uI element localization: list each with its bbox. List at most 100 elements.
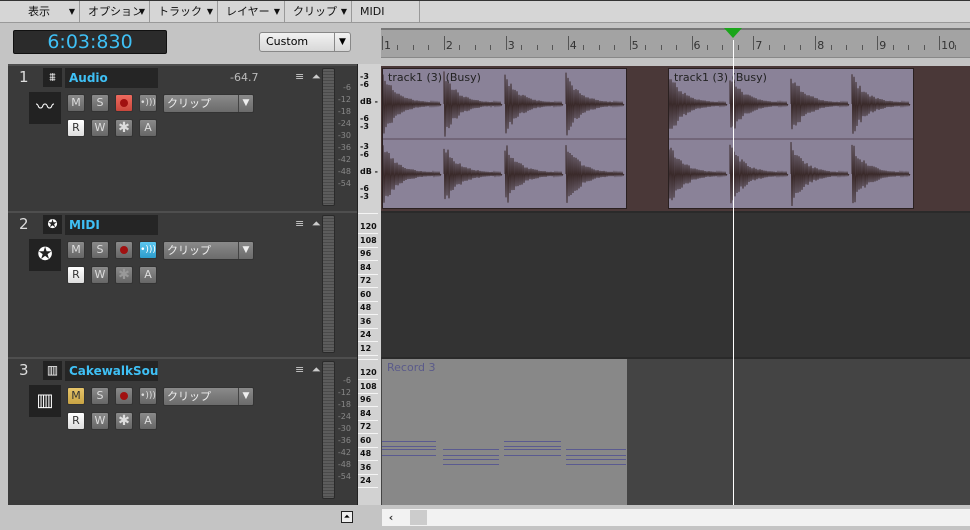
lane-audio: track1 (3) (Busy) track1 (3) (Busy) — [381, 66, 970, 211]
horizontal-scrollbar[interactable]: ‹ — [382, 509, 970, 526]
midi-note — [566, 455, 626, 456]
menu-4[interactable]: クリップ ▼ — [285, 1, 352, 23]
midi-clip[interactable]: Record 3 — [382, 359, 627, 505]
solo-button[interactable]: S — [91, 241, 109, 259]
record-arm-button[interactable] — [115, 387, 133, 405]
track-1[interactable]: 1 ⩩ Audio 〰 -64.7 ≡ ⏶ M S •))) クリップ ▼ R W ✱ A -6 -12 -18 -… — [8, 64, 357, 211]
scale-line — [358, 274, 378, 275]
midi-note — [382, 449, 436, 450]
solo-button[interactable]: S — [91, 94, 109, 112]
meter-scale-label: -42 — [337, 155, 351, 164]
measure-label: 7 — [755, 39, 762, 52]
beat-tick — [707, 45, 708, 50]
write-automation-button[interactable]: W — [91, 266, 109, 284]
waveform — [383, 69, 627, 209]
audio-scale-label: -6 — [360, 80, 369, 89]
midi-note — [443, 464, 499, 465]
vertical-scale: -3 -6 dB - -6 -3 -3 -6 dB - -6 -3 120 108 96 84 72 60 48… — [358, 64, 381, 505]
archive-button[interactable]: A — [139, 412, 157, 430]
menu-3[interactable]: レイヤー ▼ — [218, 1, 285, 23]
track-pane: 1 ⩩ Audio 〰 -64.7 ≡ ⏶ M S •))) クリップ ▼ R W ✱ A -6 -12 -18-… — [8, 64, 358, 505]
mute-button[interactable]: M — [67, 387, 85, 405]
read-automation-button[interactable]: R — [67, 412, 85, 430]
audio-clip[interactable]: track1 (3) (Busy) — [382, 68, 627, 209]
measure-label: 4 — [570, 39, 577, 52]
audio-clip[interactable]: track1 (3) (Busy) — [668, 68, 914, 209]
read-automation-button[interactable]: R — [67, 119, 85, 137]
meter-scale-label: -6 — [337, 376, 351, 385]
menu-0[interactable]: 表示 ▼ — [20, 1, 80, 23]
write-automation-button[interactable]: W — [91, 412, 109, 430]
input-echo-button[interactable]: •))) — [139, 387, 157, 405]
solo-button[interactable]: S — [91, 387, 109, 405]
timeline-ruler[interactable]: 1 2 3 4 5 6 7 8 9 10 — [381, 28, 970, 58]
track-menu-icon[interactable]: ≡ ⏶ — [295, 217, 323, 231]
clips-pane[interactable]: track1 (3) (Busy) track1 (3) (Busy) Record… — [381, 64, 970, 505]
freeze-button[interactable]: ✱ — [115, 119, 133, 137]
mute-button[interactable]: M — [67, 241, 85, 259]
track-menu-icon[interactable]: ≡ ⏶ — [295, 70, 323, 84]
preset-dropdown[interactable]: Custom ▼ — [259, 32, 351, 52]
measure-label: 8 — [817, 39, 824, 52]
chevron-down-icon: ▼ — [238, 388, 253, 405]
level-meter — [322, 361, 335, 499]
beat-tick — [800, 45, 801, 50]
volume-value[interactable]: -64.7 — [230, 71, 258, 84]
record-icon — [120, 246, 128, 254]
midi-note — [566, 459, 626, 460]
track-2[interactable]: 2 ✪ MIDI ✪ ≡ ⏶ M S •))) クリップ ▼ R W ✱ A — [8, 211, 357, 357]
input-select[interactable]: クリップ ▼ — [163, 94, 254, 113]
beat-tick — [397, 45, 398, 50]
freeze-button[interactable]: ✱ — [115, 266, 133, 284]
track-name[interactable]: CakewalkSou — [65, 361, 158, 381]
chevron-down-icon: ▼ — [207, 1, 213, 23]
instrument-image-icon: ▥ — [29, 385, 61, 417]
scale-line — [358, 474, 378, 475]
menu-5[interactable]: MIDI — [352, 1, 420, 23]
midi-scale-label: 84 — [360, 409, 371, 418]
time-display[interactable]: 6:03:830 — [13, 30, 167, 54]
input-echo-button[interactable]: •))) — [139, 241, 157, 259]
beat-tick — [521, 45, 522, 50]
menu-2[interactable]: トラック ▼ — [150, 1, 218, 23]
midi-scale-label: 48 — [360, 303, 371, 312]
lane-midi — [381, 211, 970, 357]
track-name[interactable]: Audio — [65, 68, 158, 88]
track-name[interactable]: MIDI — [65, 215, 158, 235]
scale-line — [358, 447, 378, 448]
freeze-button[interactable]: ✱ — [115, 412, 133, 430]
midi-note — [504, 441, 561, 442]
playhead-marker[interactable] — [724, 28, 742, 38]
read-automation-button[interactable]: R — [67, 266, 85, 284]
track-number: 2 — [19, 215, 29, 233]
meter-scale-label: -30 — [337, 131, 351, 140]
track-menu-icon[interactable]: ≡ ⏶ — [295, 363, 323, 377]
archive-button[interactable]: A — [139, 119, 157, 137]
midi-scale-label: 12 — [360, 344, 371, 353]
input-select[interactable]: クリップ ▼ — [163, 387, 254, 406]
record-arm-button[interactable] — [115, 241, 133, 259]
track-3[interactable]: 3 ▥ CakewalkSou ▥ ≡ ⏶ M S •))) クリップ ▼ R W ✱ A -6 -12 -18… — [8, 357, 357, 505]
audio-scale-label: -3 — [360, 192, 369, 201]
archive-button[interactable]: A — [139, 266, 157, 284]
scale-line — [358, 355, 378, 356]
menu-bar: 表示 ▼ オプション ▼ トラック ▼ レイヤー ▼ クリップ ▼ MIDI — [0, 0, 970, 23]
write-automation-button[interactable]: W — [91, 119, 109, 137]
menu-label: トラック — [158, 5, 202, 18]
menu-1[interactable]: オプション ▼ — [80, 1, 150, 23]
scroll-left-icon[interactable]: ‹ — [384, 509, 398, 526]
meter-scale-label: -54 — [337, 472, 351, 481]
scale-line — [358, 213, 378, 214]
mute-button[interactable]: M — [67, 94, 85, 112]
collapse-icon[interactable]: ⏶ — [341, 511, 353, 523]
measure-tick — [444, 36, 445, 50]
record-icon — [120, 392, 128, 400]
beat-tick — [862, 45, 863, 50]
record-arm-button[interactable] — [115, 94, 133, 112]
scroll-thumb[interactable] — [410, 510, 427, 525]
scale-line — [358, 301, 378, 302]
scale-line — [358, 379, 378, 380]
input-select[interactable]: クリップ ▼ — [163, 241, 254, 260]
measure-tick — [815, 36, 816, 50]
input-echo-button[interactable]: •))) — [139, 94, 157, 112]
